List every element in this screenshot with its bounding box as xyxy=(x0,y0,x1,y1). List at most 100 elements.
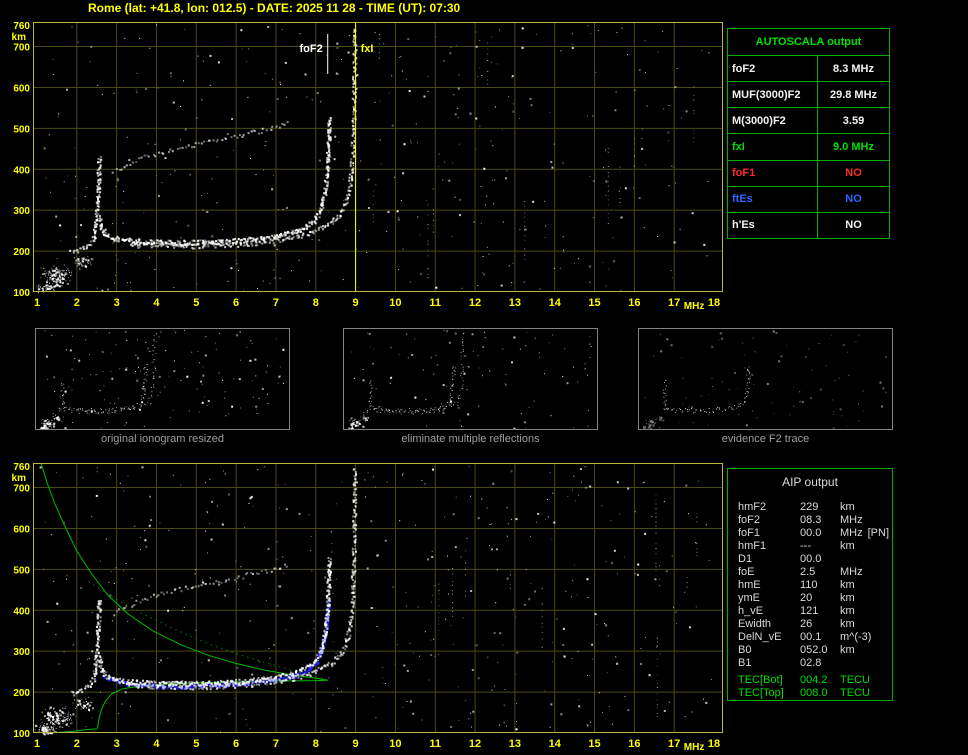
autoscala-row-value: NO xyxy=(845,219,862,232)
svg-text:6: 6 xyxy=(233,738,239,750)
aip-row-B0: B0 052.0 km xyxy=(738,644,855,656)
aip-row-foF1: foF1 00.0 MHz [PN] xyxy=(738,527,890,539)
svg-text:7: 7 xyxy=(273,297,279,309)
svg-text:2: 2 xyxy=(74,738,80,750)
autoscala-row-value: 9.0 MHz xyxy=(833,140,874,153)
aip-row-foE: foE 2.5 MHz xyxy=(738,566,863,578)
svg-text:14: 14 xyxy=(549,738,562,750)
autoscala-row-label: h'Es xyxy=(728,212,818,238)
svg-text:9: 9 xyxy=(353,738,359,750)
aip-row-hmE: hmE 110 km xyxy=(738,579,855,591)
svg-text:8: 8 xyxy=(313,297,319,309)
svg-text:5: 5 xyxy=(193,738,199,750)
autoscala-row-MUF(3000)F2: MUF(3000)F2 29.8 MHz xyxy=(728,82,889,109)
svg-text:700: 700 xyxy=(13,484,30,495)
svg-text:200: 200 xyxy=(13,688,30,699)
autoscala-table: AUTOSCALA output foF2 8.3 MHz MUF(3000)F2 2… xyxy=(727,28,890,239)
aip-row-hmF1: hmF1 --- km xyxy=(738,540,855,552)
svg-text:18: 18 xyxy=(708,738,720,750)
svg-text:400: 400 xyxy=(13,165,30,176)
svg-text:14: 14 xyxy=(549,297,562,309)
aip-row-foF2: foF2 08.3 MHz xyxy=(738,514,863,526)
autoscala-row-label: foF2 xyxy=(728,56,818,82)
autoscala-row-value: 29.8 MHz xyxy=(829,88,878,101)
svg-text:760: 760 xyxy=(13,21,30,32)
svg-text:100: 100 xyxy=(13,729,30,740)
svg-text:500: 500 xyxy=(13,124,30,135)
thumbnail-evidence-f2-image xyxy=(642,330,887,429)
svg-text:7: 7 xyxy=(273,738,279,750)
svg-text:400: 400 xyxy=(13,606,30,617)
autoscala-row-M(3000)F2: M(3000)F2 3.59 xyxy=(728,108,889,135)
svg-text:100: 100 xyxy=(13,288,30,299)
svg-text:1: 1 xyxy=(34,738,40,750)
svg-text:13: 13 xyxy=(509,738,521,750)
ionogram-plot-bottom: 760km7006005004003002001001 2 3 4 5 6 7 8 9 10 11 1… xyxy=(12,462,723,753)
svg-text:3: 3 xyxy=(114,297,120,309)
svg-text:300: 300 xyxy=(13,647,30,658)
autoscala-row-ftEs: ftEs NO xyxy=(728,186,889,213)
svg-text:13: 13 xyxy=(509,297,521,309)
aip-table-title: AIP output xyxy=(782,475,838,489)
thumbnail-evidence-f2 xyxy=(638,328,893,430)
autoscala-table-title: AUTOSCALA output xyxy=(728,29,889,56)
aip-table: AIP output hmF2 229 km foF2 08.3 MHz foF1 00.0 M… xyxy=(727,468,893,701)
aip-table-rows: hmF2 229 km foF2 08.3 MHz foF1 00.0 MHz [PN] hmF1-… xyxy=(728,489,892,700)
thumbnail-caption: eliminate multiple reflections xyxy=(401,433,540,445)
svg-text:11: 11 xyxy=(429,297,441,309)
thumbnail-original-ionogram-image xyxy=(40,329,285,429)
autoscala-window: Rome (lat: +41.8, lon: 012.5) - DATE: 20… xyxy=(0,0,968,755)
svg-text:MHz: MHz xyxy=(684,742,705,753)
svg-text:200: 200 xyxy=(13,247,30,258)
thumbnail-eliminate-multiples xyxy=(343,328,598,430)
autoscala-row-label: fxI xyxy=(728,134,818,160)
autoscala-row-label: MUF(3000)F2 xyxy=(728,82,818,108)
aip-row-TEC[Bot]: TEC[Bot] 004.2 TECU xyxy=(738,674,870,686)
aip-row-hmF2: hmF2 229 km xyxy=(738,501,855,513)
thumbnail-caption: evidence F2 trace xyxy=(721,433,810,445)
aip-row-ymE: ymE 20 km xyxy=(738,592,855,604)
autoscala-row-value: NO xyxy=(845,167,862,180)
svg-text:12: 12 xyxy=(469,297,481,309)
autoscala-row-label: M(3000)F2 xyxy=(728,108,818,134)
autoscala-row-label: foF1 xyxy=(728,160,818,186)
autoscala-row-fxI: fxI 9.0 MHz xyxy=(728,134,889,161)
autoscala-row-value: 8.3 MHz xyxy=(833,62,874,75)
thumbnail-eliminate-multiples-image xyxy=(348,330,592,429)
svg-text:MHz: MHz xyxy=(684,301,705,312)
svg-text:10: 10 xyxy=(389,738,401,750)
svg-text:600: 600 xyxy=(13,524,30,535)
svg-text:10: 10 xyxy=(389,297,401,309)
aip-row-DelN_vE: DelN_vE 00.1 m^(-3) xyxy=(738,631,872,643)
svg-text:4: 4 xyxy=(153,738,160,750)
svg-text:fxI: fxI xyxy=(361,43,374,55)
svg-text:4: 4 xyxy=(153,297,160,309)
autoscala-row-value: NO xyxy=(845,193,862,206)
svg-text:17: 17 xyxy=(668,738,680,750)
svg-text:700: 700 xyxy=(13,43,30,54)
svg-text:15: 15 xyxy=(588,297,600,309)
svg-text:15: 15 xyxy=(588,738,600,750)
svg-text:600: 600 xyxy=(13,83,30,94)
thumbnail-original-ionogram xyxy=(35,328,290,430)
svg-text:5: 5 xyxy=(193,297,199,309)
svg-text:km: km xyxy=(12,473,27,484)
aip-row-D1: D1 00.0 xyxy=(738,553,822,565)
ionogram-plot-top: foF2 fxI760km7006005004003002001001 2 3 4 5 6 7… xyxy=(12,21,723,312)
svg-text:km: km xyxy=(12,32,27,43)
svg-text:12: 12 xyxy=(469,738,481,750)
svg-text:300: 300 xyxy=(13,206,30,217)
svg-text:16: 16 xyxy=(628,738,640,750)
svg-text:17: 17 xyxy=(668,297,680,309)
svg-text:500: 500 xyxy=(13,565,30,576)
svg-text:foF2: foF2 xyxy=(299,43,322,55)
svg-text:11: 11 xyxy=(429,738,441,750)
aip-row-h_vE: h_vE 121 km xyxy=(738,605,855,617)
autoscala-row-h'Es: h'Es NO xyxy=(728,212,889,238)
aip-row-Ewidth: Ewidth 26 km xyxy=(738,618,855,630)
svg-text:18: 18 xyxy=(708,297,720,309)
svg-text:16: 16 xyxy=(628,297,640,309)
thumbnail-caption: original ionogram resized xyxy=(101,433,224,445)
autoscala-row-label: ftEs xyxy=(728,186,818,212)
autoscala-row-foF2: foF2 8.3 MHz xyxy=(728,56,889,83)
